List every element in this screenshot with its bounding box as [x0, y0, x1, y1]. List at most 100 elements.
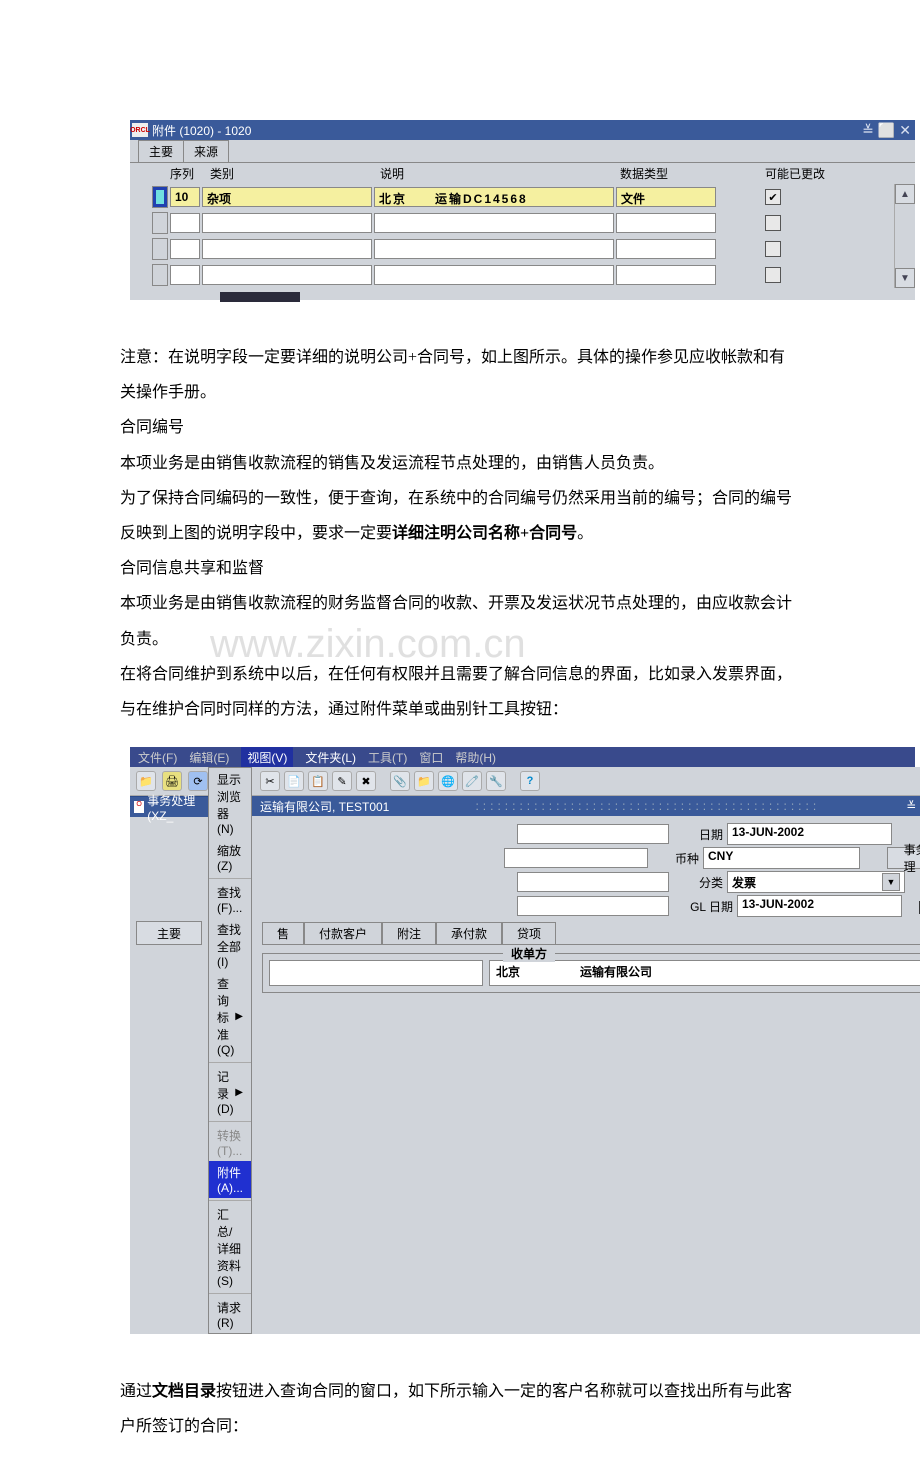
inner-tabs: 售 付款客户 附注 承付款 贷项: [262, 922, 920, 945]
close-icon[interactable]: ✕: [899, 122, 911, 139]
paragraph: 本项业务是由销售收款流程的财务监督合同的收款、开票及发运状况节点处理的，由应收款…: [120, 586, 800, 656]
toolbar-right: ✂ 📄 📋 ✎ ✖ 📎 📁 🌐 🧷 🔧 ?: [252, 767, 920, 796]
cell-category[interactable]: 杂项: [202, 187, 372, 207]
txn-button[interactable]: 事务处理: [887, 847, 920, 869]
tab-credit[interactable]: 贷项: [502, 922, 556, 944]
menu-item-detail[interactable]: 汇总/详细资料(S): [209, 1203, 251, 1291]
group-title: 收单方: [503, 945, 555, 962]
paragraph: 注意：在说明字段一定要详细的说明公司+合同号，如上图所示。具体的操作参见应收帐款…: [120, 340, 800, 410]
input-blank1[interactable]: [517, 824, 669, 844]
menu-edit[interactable]: 编辑(E): [189, 749, 229, 766]
title-dots: ::::::::::::::::::::::::::::::::::::::::…: [475, 799, 820, 813]
field-class[interactable]: 发票▼: [727, 871, 905, 893]
attachment-icon[interactable]: 📎: [390, 771, 410, 791]
clip-icon[interactable]: 🧷: [462, 771, 482, 791]
input-blank4[interactable]: [517, 896, 669, 916]
inner-title-text: 运输有限公司, TEST001: [260, 798, 389, 815]
header-description: 说明: [380, 165, 620, 182]
paragraph: 合同信息共享和监督: [120, 551, 800, 586]
cell-datatype[interactable]: 文件: [616, 187, 716, 207]
row-selector[interactable]: [152, 264, 168, 286]
table-row[interactable]: [152, 262, 894, 288]
edit-icon[interactable]: ✎: [332, 771, 352, 791]
menu-folder[interactable]: 文件夹(L): [305, 749, 356, 766]
tab-main[interactable]: 主要: [138, 140, 184, 162]
menu-file[interactable]: 文件(F): [138, 749, 177, 766]
menu-item-browser[interactable]: 显示浏览器(N): [209, 768, 251, 839]
left-panel: 📁 🖨 ⟳ O 事务处理 (XZ_ 主要: [130, 767, 208, 1334]
tab-note[interactable]: 附注: [382, 922, 436, 944]
cell-description[interactable]: 北京 运输DC14568: [374, 187, 614, 207]
field-currency[interactable]: CNY: [703, 847, 860, 869]
row-selector[interactable]: [152, 238, 168, 260]
header-category: 类别: [210, 165, 380, 182]
header-modifiable: 可能已更改: [740, 165, 850, 182]
globe-icon[interactable]: 🌐: [438, 771, 458, 791]
cut-icon[interactable]: ✂: [260, 771, 280, 791]
cell-modifiable[interactable]: ✔: [718, 189, 828, 205]
refresh-icon[interactable]: ⟳: [188, 771, 208, 791]
paragraph: 通过文档目录按钮进入查询合同的窗口，如下所示输入一定的客户名称就可以查找出所有与…: [120, 1374, 800, 1444]
label-date: 日期: [673, 826, 723, 843]
minimize-icon[interactable]: ≚: [862, 122, 874, 139]
chevron-down-icon[interactable]: ▼: [882, 873, 900, 891]
tab-commit[interactable]: 承付款: [436, 922, 502, 944]
menu-item-zoom[interactable]: 缩放(Z): [209, 839, 251, 876]
field-blank-left[interactable]: [269, 960, 483, 986]
row-selector[interactable]: [152, 212, 168, 234]
table-row[interactable]: [152, 210, 894, 236]
field-gldate[interactable]: 13-JUN-2002: [737, 895, 902, 917]
scroll-down-icon[interactable]: ▼: [895, 268, 915, 288]
tool-icon[interactable]: 🔧: [486, 771, 506, 791]
menu-help[interactable]: 帮助(H): [455, 749, 496, 766]
menu-item-convert: 转换(T)...: [209, 1124, 251, 1161]
menubar: 文件(F) 编辑(E) 视图(V) 文件夹(L) 工具(T) 窗口 帮助(H): [130, 747, 915, 767]
help-icon[interactable]: ?: [520, 771, 540, 791]
menu-view[interactable]: 视图(V): [241, 747, 293, 768]
table-row[interactable]: 10 杂项 北京 运输DC14568 文件 ✔: [152, 184, 894, 210]
row-selector[interactable]: [152, 186, 168, 208]
tab-payer[interactable]: 付款客户: [304, 922, 382, 944]
vertical-scrollbar[interactable]: ▲ ▼: [894, 184, 915, 288]
field-billto[interactable]: 北京 运输有限公司: [489, 960, 920, 986]
input-blank2[interactable]: [504, 848, 648, 868]
paragraph: 本项业务是由销售收款流程的销售及发运流程节点处理的，由销售人员负责。: [120, 446, 800, 481]
folder2-icon[interactable]: 📁: [414, 771, 434, 791]
header-datatype: 数据类型: [620, 165, 740, 182]
input-blank3[interactable]: [517, 872, 669, 892]
field-date[interactable]: 13-JUN-2002: [727, 823, 892, 845]
form-panel: ✂ 📄 📋 ✎ ✖ 📎 📁 🌐 🧷 🔧 ? 运输有限公司, TEST001: [252, 767, 920, 1334]
copy-icon[interactable]: 📄: [284, 771, 304, 791]
inner-window-buttons[interactable]: ≚ ⬜ ✕: [906, 799, 920, 813]
tab-sale[interactable]: 售: [262, 922, 304, 944]
inner-titlebar: 运输有限公司, TEST001 ::::::::::::::::::::::::…: [252, 796, 920, 816]
attachment-window: ORCL 附件 (1020) - 1020 ≚ ⬜ ✕ 主要 来源 序列 类别 …: [130, 120, 915, 300]
app-icon: ORCL: [132, 123, 148, 137]
document-body: 通过文档目录按钮进入查询合同的窗口，如下所示输入一定的客户名称就可以查找出所有与…: [120, 1374, 800, 1444]
cell-seq[interactable]: 10: [170, 187, 200, 207]
menu-item-find[interactable]: 查找(F)...: [209, 881, 251, 918]
paste-icon[interactable]: 📋: [308, 771, 328, 791]
folder-icon[interactable]: 📁: [136, 771, 156, 791]
view-dropdown-menu: 显示浏览器(N) 缩放(Z) 查找(F)... 查找全部(I) 查询标准(Q)▶…: [208, 767, 252, 1334]
header-seq: 序列: [170, 165, 210, 182]
menu-item-record[interactable]: 记录(D)▶: [209, 1065, 251, 1119]
menu-window[interactable]: 窗口: [419, 749, 443, 766]
menu-tools[interactable]: 工具(T): [368, 749, 407, 766]
billto-group: 收单方 北京 运输有限公司: [262, 953, 920, 993]
paragraph: 在将合同维护到系统中以后，在任何有权限并且需要了解合同信息的界面，比如录入发票界…: [120, 657, 800, 727]
tab-source[interactable]: 来源: [183, 140, 229, 162]
print-icon[interactable]: 🖨: [162, 771, 182, 791]
label-gldate: GL 日期: [673, 898, 733, 915]
app-icon: O: [134, 801, 144, 813]
window-title: 附件 (1020) - 1020: [152, 122, 251, 139]
maximize-icon[interactable]: ⬜: [878, 122, 895, 139]
menu-item-findall[interactable]: 查找全部(I): [209, 918, 251, 972]
menu-item-attachment[interactable]: 附件(A)...: [209, 1161, 251, 1198]
table-row[interactable]: [152, 236, 894, 262]
scroll-up-icon[interactable]: ▲: [895, 184, 915, 204]
delete-icon[interactable]: ✖: [356, 771, 376, 791]
menu-item-criteria[interactable]: 查询标准(Q)▶: [209, 972, 251, 1060]
main-tab-button[interactable]: 主要: [136, 921, 202, 945]
status-left: O 事务处理 (XZ_: [130, 796, 208, 817]
